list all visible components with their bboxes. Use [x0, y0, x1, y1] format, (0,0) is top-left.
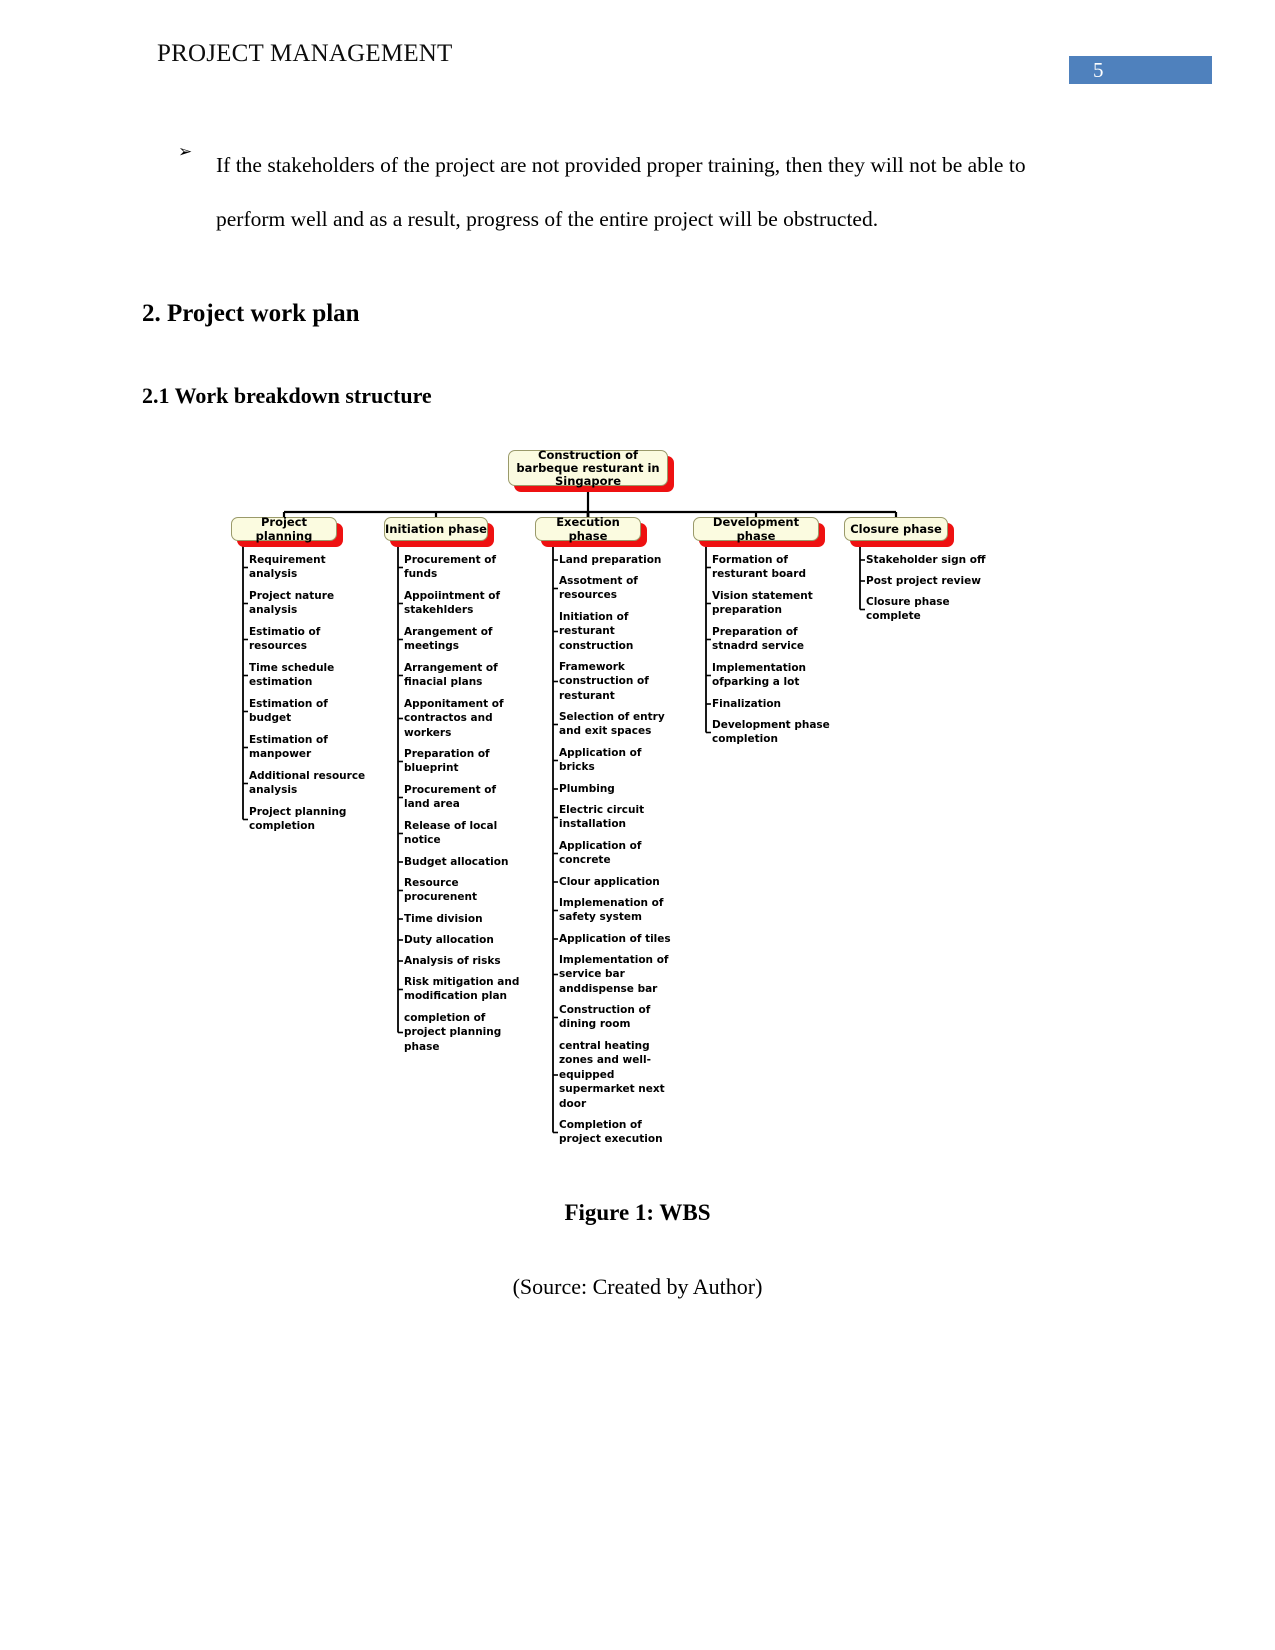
arrow-bullet-icon: ➢	[178, 142, 193, 162]
wbs-leaf-item: Estimation of manpower	[249, 734, 328, 761]
wbs-leaf-item: Arrangement of finacial plans	[404, 662, 498, 689]
wbs-leaf-item: Assotment of resources	[559, 575, 638, 602]
wbs-leaf-item: Analysis of risks	[404, 955, 501, 967]
wbs-leaf-item: Initiation of resturant construction	[559, 611, 634, 652]
wbs-leaf-item: Project nature analysis	[249, 590, 335, 617]
wbs-phase-node-5: Closure phase	[844, 517, 948, 541]
wbs-leaf-item: Duty allocation	[404, 934, 494, 946]
bullet-list-item: ➢ If the stakeholders of the project are…	[178, 138, 1073, 246]
wbs-leaf-item: Estimatio of resources	[249, 626, 321, 653]
section-heading-2: 2. Project work plan	[142, 300, 360, 327]
figure-source: (Source: Created by Author)	[512, 1274, 763, 1299]
wbs-leaf-item: Risk mitigation and modification plan	[404, 976, 520, 1003]
wbs-leaf-item: Plumbing	[559, 783, 615, 795]
wbs-phase-node-3: Execution phase	[535, 515, 641, 543]
wbs-leaf-item: Arangement of meetings	[404, 626, 493, 653]
section-heading-2-1: 2.1 Work breakdown structure	[142, 383, 432, 408]
bullet-list: ➢ If the stakeholders of the project are…	[178, 138, 1073, 246]
wbs-phase-node-shadow	[237, 523, 343, 547]
wbs-leaf-item: Land preparation	[559, 554, 662, 566]
wbs-leaf-item: Application of concrete	[559, 840, 642, 867]
wbs-leaf-item: Framework construction of resturant	[559, 661, 649, 702]
wbs-leaf-item: Selection of entry and exit spaces	[559, 711, 665, 738]
wbs-leaf-item: Vision statement preparation	[712, 590, 813, 617]
document-header-title: PROJECT MANAGEMENT	[157, 40, 453, 67]
wbs-leaf-item: Electric circuit installation	[559, 804, 645, 831]
wbs-leaf-item: Requirement analysis	[249, 554, 326, 581]
wbs-leaf-item: Closure phase complete	[866, 596, 950, 623]
wbs-leaf-item: Release of local notice	[404, 820, 498, 847]
wbs-leaf-item: Formation of resturant board	[712, 554, 806, 581]
wbs-phase-node-shadow	[699, 523, 825, 547]
wbs-leaf-item: Budget allocation	[404, 856, 509, 868]
wbs-leaf-item: Appoiintment of stakehlders	[404, 590, 501, 617]
wbs-root-node: Construction of barbeque resturant in Si…	[508, 448, 668, 487]
page-number-badge: 5	[1069, 56, 1212, 84]
wbs-leaf-item: Construction of dining room	[559, 1004, 651, 1031]
wbs-phase-node-2: Initiation phase	[384, 517, 488, 541]
wbs-phase-node-shadow	[541, 523, 647, 547]
wbs-leaf-item: Completion of project execution	[559, 1119, 663, 1146]
wbs-leaf-item: Apponitament of contractos and workers	[404, 698, 504, 739]
figure-caption: Figure 1: WBS	[564, 1200, 711, 1225]
wbs-leaf-item: Procurement of funds	[404, 554, 497, 581]
wbs-leaf-item: Application of bricks	[559, 747, 642, 774]
wbs-leaf-item: Finalization	[712, 698, 782, 710]
wbs-leaf-item: Stakeholder sign off	[866, 554, 986, 566]
wbs-leaf-item: Implemenation of safety system	[559, 897, 664, 924]
wbs-leaf-item: Additional resource analysis	[249, 770, 366, 797]
wbs-leaf-item: Implementation ofparking a lot	[712, 662, 807, 689]
bullet-item-text: If the stakeholders of the project are n…	[216, 153, 1026, 231]
wbs-leaf-item: Time division	[404, 913, 483, 925]
wbs-leaf-item: Post project review	[866, 575, 981, 587]
wbs-leaf-item: Time schedule estimation	[249, 662, 335, 689]
wbs-phase-node-shadow	[390, 523, 494, 547]
wbs-leaf-item: Preparation of blueprint	[404, 748, 490, 775]
wbs-phase-node-1: Project planning	[231, 515, 337, 543]
wbs-leaf-item: Application of tiles	[559, 933, 671, 945]
wbs-root-node-shadow	[514, 456, 674, 492]
wbs-phase-node-shadow	[850, 523, 954, 547]
wbs-leaf-connectors	[242, 541, 865, 1134]
wbs-leaf-item: Clour application	[559, 876, 660, 888]
wbs-leaf-item: Preparation of stnadrd service	[712, 626, 805, 653]
wbs-phase-node-4: Development phase	[693, 515, 819, 543]
wbs-diagram: Construction of barbeque resturant in Si…	[0, 0, 1275, 1650]
wbs-leaf-item: Development phase completion	[712, 719, 830, 746]
wbs-connector-lines	[282, 492, 898, 519]
wbs-leaf-item: Project planning completion	[249, 806, 347, 833]
wbs-leaf-item: Resource procurenent	[404, 877, 477, 904]
page-header: PROJECT MANAGEMENT 5	[0, 38, 1275, 98]
wbs-leaf-item: completion of project planning phase	[404, 1012, 502, 1053]
wbs-leaf-item: central heating zones and well-equipped …	[559, 1040, 665, 1110]
wbs-leaf-item: Procurement of land area	[404, 784, 497, 811]
wbs-leaf-item: Implementation of service bar anddispens…	[559, 954, 669, 995]
wbs-nodes-layer: Construction of barbeque resturant in Si…	[0, 0, 1275, 1650]
wbs-leaf-item: Estimation of budget	[249, 698, 328, 725]
page-number: 5	[1093, 58, 1104, 82]
